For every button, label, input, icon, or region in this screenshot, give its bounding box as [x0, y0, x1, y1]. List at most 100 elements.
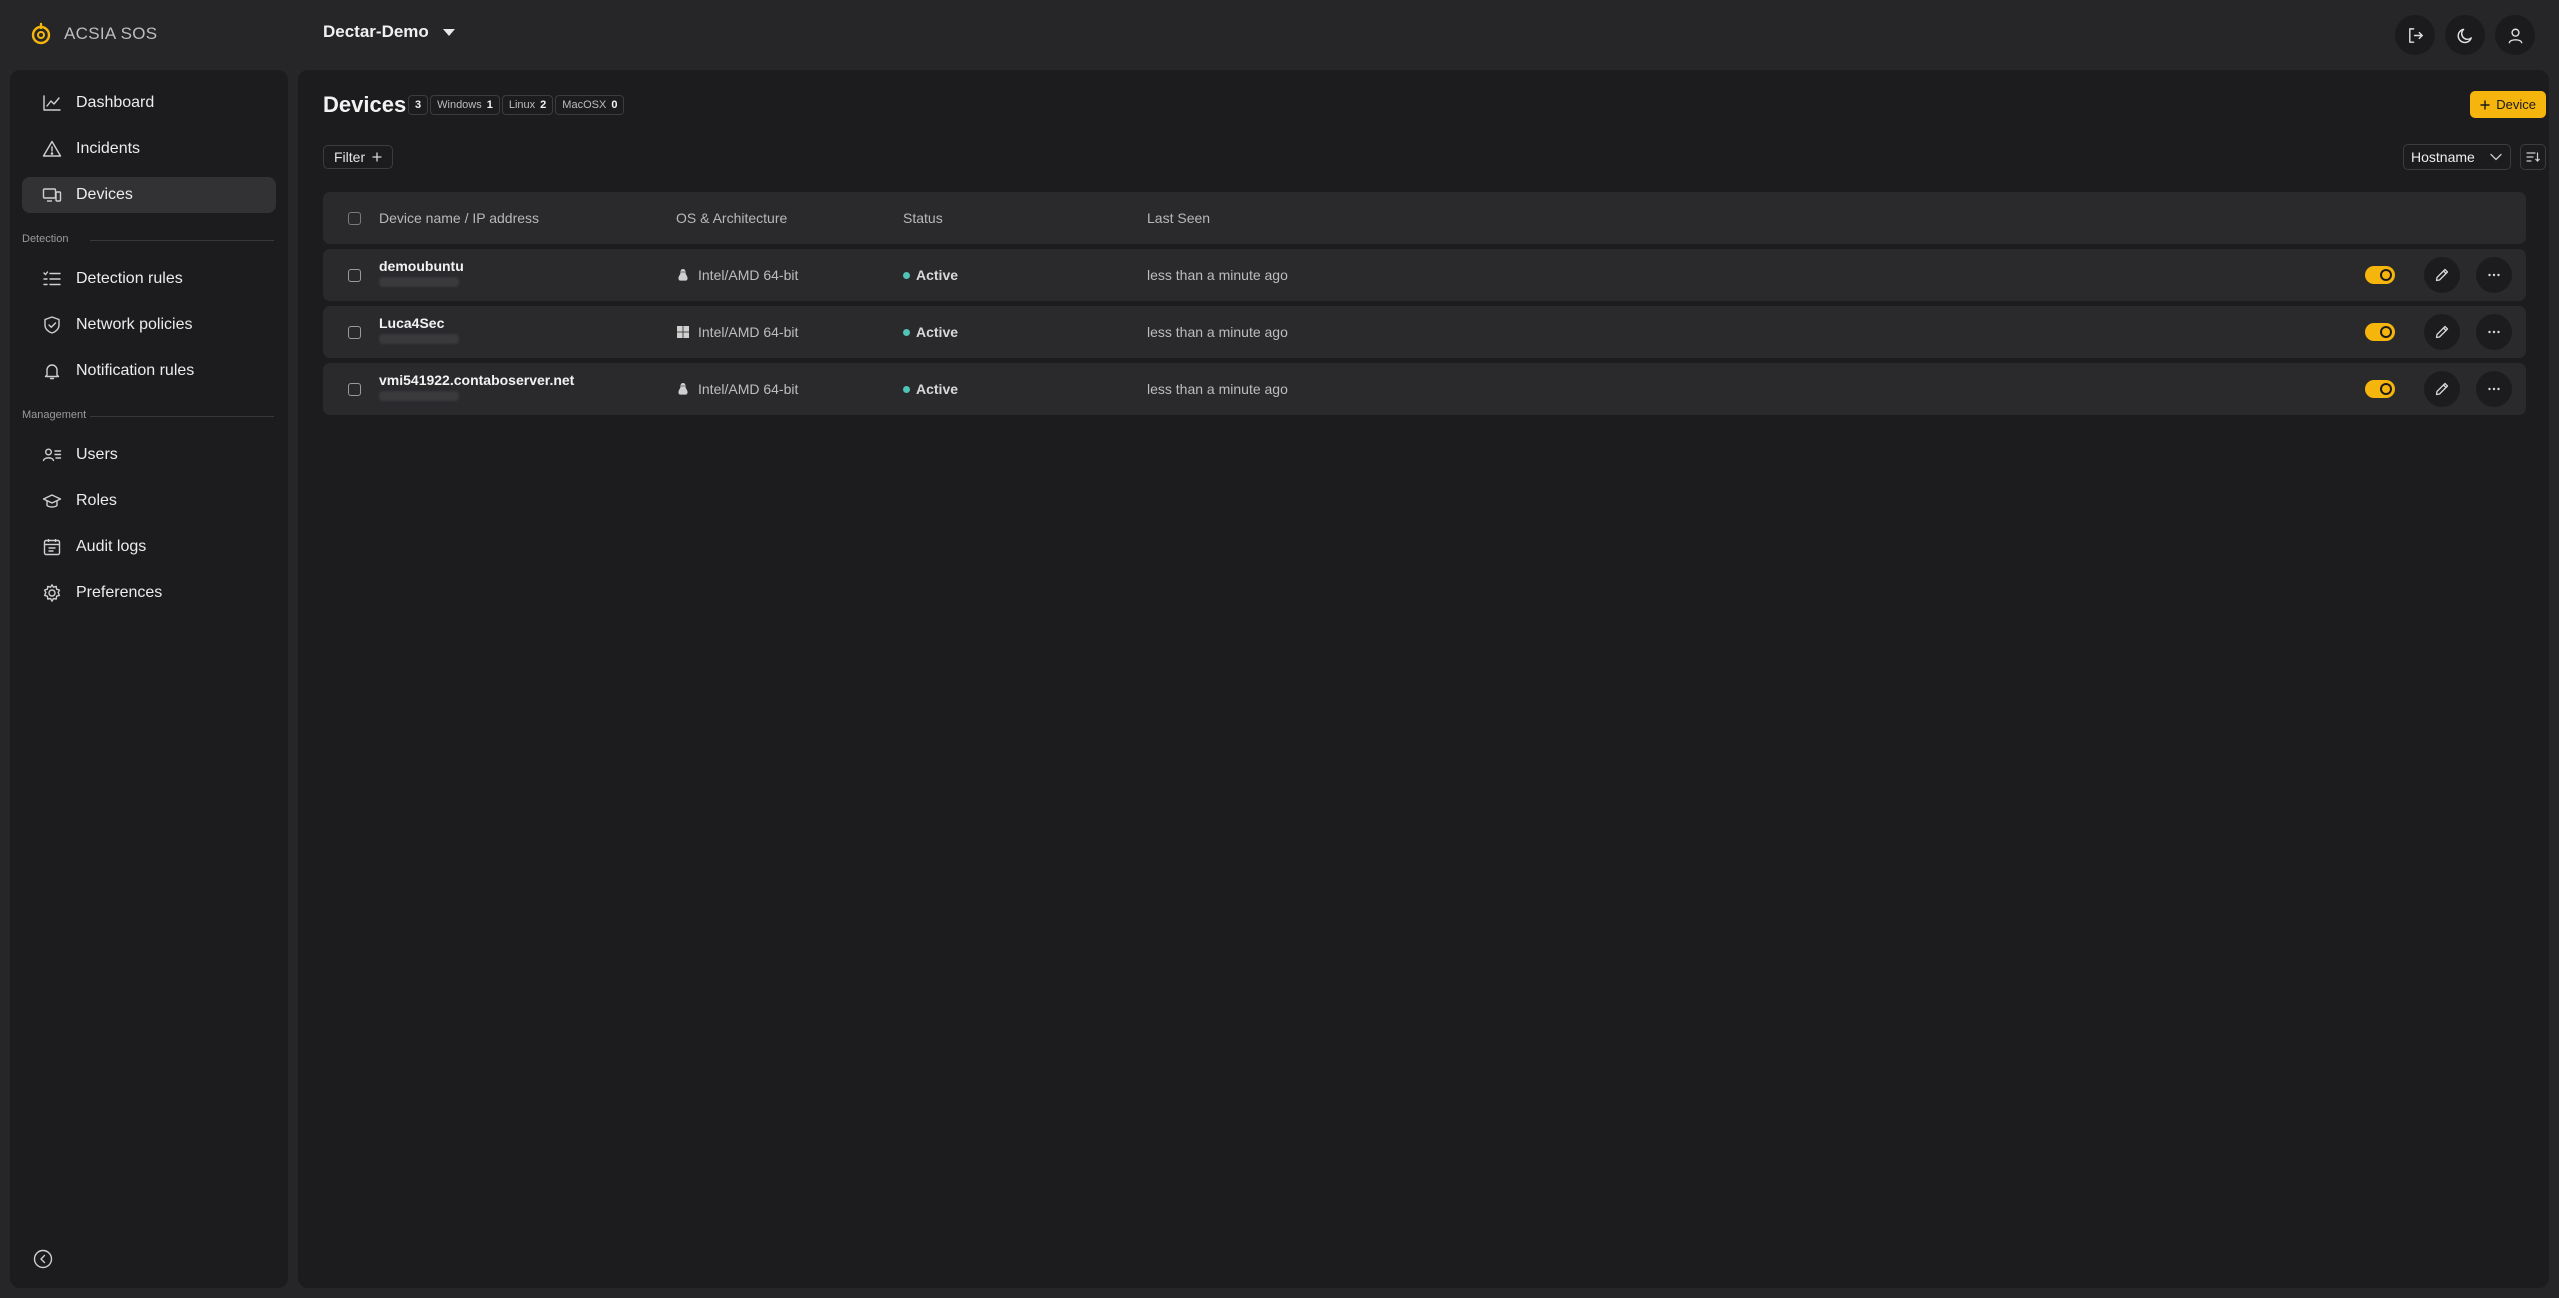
device-enabled-toggle[interactable]: [2365, 380, 2395, 398]
edit-device-button[interactable]: [2424, 257, 2460, 293]
logout-icon: [2408, 27, 2423, 43]
sidebar-item-detection-rules[interactable]: Detection rules: [22, 261, 276, 297]
sidebar-item-label: Users: [76, 446, 118, 463]
brand-logo-icon: [31, 22, 51, 45]
device-status: Active: [903, 324, 958, 340]
sidebar-item-label: Audit logs: [76, 538, 147, 555]
sidebar-item-preferences[interactable]: Preferences: [22, 575, 276, 611]
sidebar-item-roles[interactable]: Roles: [22, 483, 276, 519]
pencil-icon: [2435, 382, 2449, 396]
table-row[interactable]: demoubuntu Intel/AMD 64-bit Active less …: [323, 249, 2526, 301]
device-enabled-toggle[interactable]: [2365, 266, 2395, 284]
device-counts: 3 Windows 1 Linux 2 MacOSX 0: [408, 95, 625, 115]
sidebar-item-users[interactable]: Users: [22, 437, 276, 473]
count-badge-total: 3: [408, 95, 429, 115]
device-os: Intel/AMD 64-bit: [676, 324, 798, 340]
sort-field-select[interactable]: Hostname: [2403, 144, 2511, 170]
sort-direction-button[interactable]: [2520, 144, 2546, 170]
sidebar-item-label: Network policies: [76, 316, 193, 333]
devices-table: Device name / IP address OS & Architectu…: [323, 192, 2526, 415]
header-last-seen[interactable]: Last Seen: [1147, 210, 1210, 226]
devices-icon: [42, 188, 62, 202]
sidebar-item-label: Dashboard: [76, 94, 155, 111]
sidebar-item-dashboard[interactable]: Dashboard: [22, 85, 276, 121]
section-divider: [90, 416, 274, 417]
linux-icon: [678, 383, 688, 395]
section-label-detection: Detection: [22, 233, 69, 245]
user-menu-button[interactable]: [2495, 15, 2535, 55]
sidebar-item-label: Notification rules: [76, 362, 195, 379]
device-arch: Intel/AMD 64-bit: [698, 267, 799, 283]
edit-device-button[interactable]: [2424, 314, 2460, 350]
status-label: Active: [916, 381, 959, 397]
count-badge-macosx: MacOSX 0: [555, 95, 625, 115]
collapse-sidebar-icon[interactable]: [32, 1248, 54, 1270]
row-checkbox[interactable]: [348, 383, 361, 396]
row-checkbox[interactable]: [348, 269, 361, 282]
row-checkbox[interactable]: [348, 326, 361, 339]
windows-icon: [677, 326, 689, 338]
more-horizontal-icon: [2488, 273, 2500, 277]
device-name[interactable]: vmi541922.contaboserver.net: [379, 372, 574, 388]
sidebar-item-incidents[interactable]: Incidents: [22, 131, 276, 167]
calendar-log-icon: [43, 539, 61, 556]
add-device-button[interactable]: Device: [2470, 91, 2546, 118]
brand-name: ACSIA SOS: [64, 24, 158, 43]
device-last-seen: less than a minute ago: [1147, 324, 1288, 340]
section-divider: [90, 240, 274, 241]
workspace-selector[interactable]: Dectar-Demo: [323, 22, 455, 42]
select-all-checkbox[interactable]: [348, 212, 361, 225]
edit-device-button[interactable]: [2424, 371, 2460, 407]
device-enabled-toggle[interactable]: [2365, 323, 2395, 341]
users-icon: [42, 448, 62, 462]
status-dot-icon: [903, 271, 910, 279]
sidebar-item-audit-logs[interactable]: Audit logs: [22, 529, 276, 565]
graduation-cap-icon: [42, 494, 62, 508]
workspace-name: Dectar-Demo: [323, 22, 429, 41]
header-os[interactable]: OS & Architecture: [676, 210, 787, 226]
more-horizontal-icon: [2488, 387, 2500, 391]
gear-icon: [43, 584, 61, 602]
sidebar-item-label: Detection rules: [76, 270, 183, 287]
count-badge-windows: Windows 1: [430, 95, 500, 115]
brand[interactable]: ACSIA SOS: [30, 22, 157, 46]
logout-button[interactable]: [2395, 15, 2435, 55]
page-title: Devices: [323, 92, 407, 117]
sidebar-item-notification-rules[interactable]: Notification rules: [22, 353, 276, 389]
device-ip-redacted: [379, 334, 459, 344]
main-panel: Devices 3 Windows 1 Linux 2 MacOSX 0 Device…: [298, 70, 2549, 1288]
more-options-button[interactable]: [2476, 314, 2512, 350]
device-os: Intel/AMD 64-bit: [676, 267, 798, 283]
more-options-button[interactable]: [2476, 371, 2512, 407]
header-device-name[interactable]: Device name / IP address: [379, 210, 539, 226]
warning-triangle-icon: [42, 140, 62, 157]
device-arch: Intel/AMD 64-bit: [698, 381, 799, 397]
sidebar-item-label: Preferences: [76, 584, 163, 601]
chevron-down-icon: [2490, 153, 2502, 161]
table-row[interactable]: vmi541922.contaboserver.net Intel/AMD 64…: [323, 363, 2526, 415]
user-icon: [2508, 28, 2522, 43]
pencil-icon: [2435, 325, 2449, 339]
table-header: Device name / IP address OS & Architectu…: [323, 192, 2526, 244]
table-row[interactable]: Luca4Sec Intel/AMD 64-bit Active less th…: [323, 306, 2526, 358]
filter-button[interactable]: Filter: [323, 145, 394, 169]
device-status: Active: [903, 381, 958, 397]
sidebar: Dashboard Incidents Devices Detection De…: [10, 70, 288, 1288]
device-status: Active: [903, 267, 958, 283]
sidebar-item-network-policies[interactable]: Network policies: [22, 307, 276, 343]
status-label: Active: [916, 324, 959, 340]
device-arch: Intel/AMD 64-bit: [698, 324, 799, 340]
more-options-button[interactable]: [2476, 257, 2512, 293]
sidebar-item-devices[interactable]: Devices: [22, 177, 276, 213]
top-bar: ACSIA SOS Dectar-Demo: [0, 0, 2559, 70]
shield-check-icon: [44, 316, 60, 334]
sidebar-item-label: Roles: [76, 492, 117, 509]
device-name[interactable]: demoubuntu: [379, 258, 464, 274]
filter-label: Filter: [334, 149, 366, 165]
device-os: Intel/AMD 64-bit: [676, 381, 798, 397]
theme-toggle-button[interactable]: [2445, 15, 2485, 55]
more-horizontal-icon: [2488, 330, 2500, 334]
device-name[interactable]: Luca4Sec: [379, 315, 444, 331]
sidebar-item-label: Devices: [76, 186, 133, 203]
header-status[interactable]: Status: [903, 210, 943, 226]
